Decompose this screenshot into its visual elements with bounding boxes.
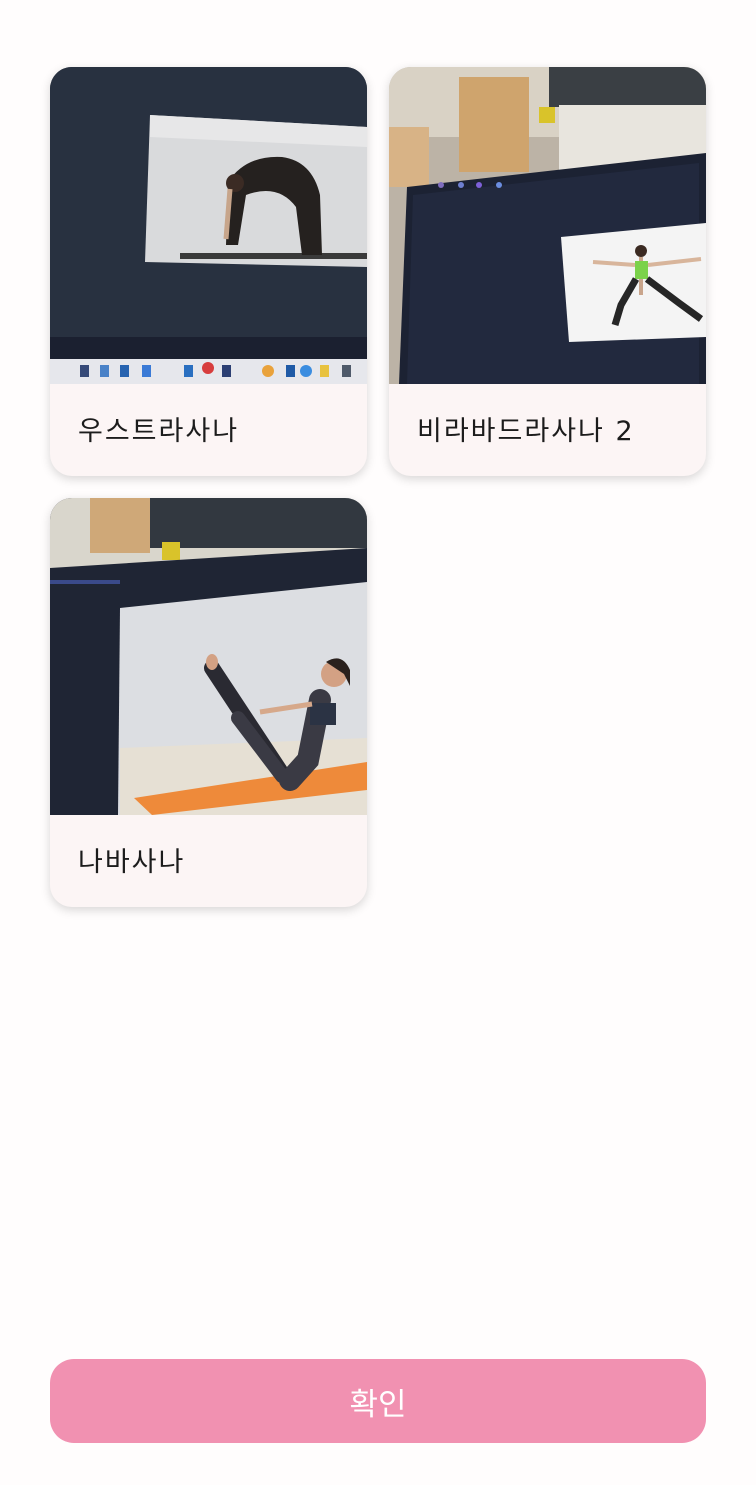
pose-name-label: 비라바드라사나 2 xyxy=(417,416,635,447)
boat-pose-photo xyxy=(50,498,367,815)
pose-name-label: 나바사나 xyxy=(78,847,186,878)
pose-card-ustrasana[interactable]: 우스트라사나 xyxy=(50,67,367,476)
pose-name-label: 우스트라사나 xyxy=(78,416,240,447)
pose-card-virabhadrasana-2[interactable]: 비라바드라사나 2 xyxy=(389,67,706,476)
camel-pose-photo xyxy=(50,67,367,384)
confirm-button[interactable]: 확인 xyxy=(50,1359,706,1443)
pose-card-navasana[interactable]: 나바사나 xyxy=(50,498,367,907)
warrior-two-pose-photo xyxy=(389,67,706,384)
